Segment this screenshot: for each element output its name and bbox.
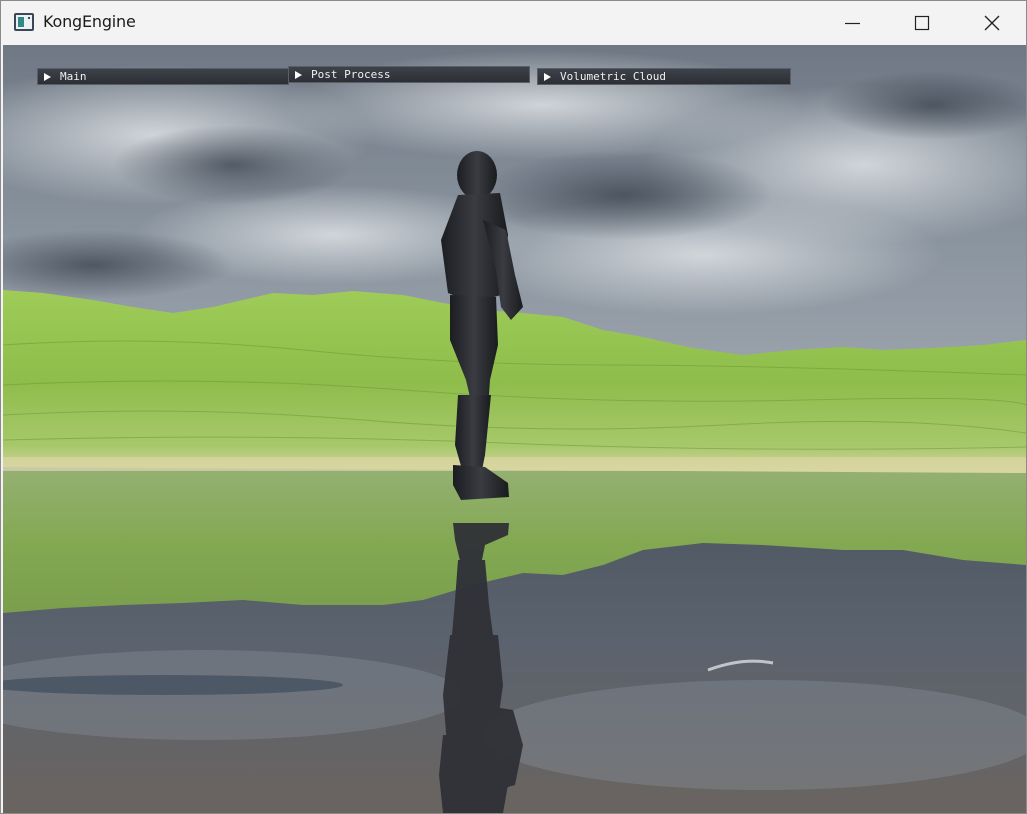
window-title: KongEngine [43, 12, 136, 31]
shoreline [3, 457, 1026, 471]
app-window: KongEngine Main Post Process Volumetric … [0, 0, 1027, 814]
close-button[interactable] [957, 1, 1026, 45]
collapsed-arrow-icon [44, 73, 51, 81]
panel-post-process-header[interactable]: Post Process [288, 66, 530, 83]
close-icon [984, 15, 1000, 31]
panel-volumetric-cloud-label: Volumetric Cloud [560, 70, 666, 83]
collapsed-arrow-icon [295, 71, 302, 79]
minimize-icon [845, 22, 860, 25]
panel-volumetric-cloud-header[interactable]: Volumetric Cloud [537, 68, 791, 85]
app-window-icon [14, 13, 34, 31]
collapsed-arrow-icon [544, 73, 551, 81]
panel-post-process-label: Post Process [311, 68, 391, 81]
title-bar[interactable]: KongEngine [1, 1, 1026, 45]
panel-main-label: Main [60, 70, 87, 83]
maximize-icon [914, 15, 930, 31]
render-viewport[interactable]: Main Post Process Volumetric Cloud [3, 45, 1026, 813]
panel-main-header[interactable]: Main [37, 68, 289, 85]
maximize-button[interactable] [887, 1, 957, 45]
scene-render [3, 45, 1026, 813]
minimize-button[interactable] [817, 1, 887, 45]
